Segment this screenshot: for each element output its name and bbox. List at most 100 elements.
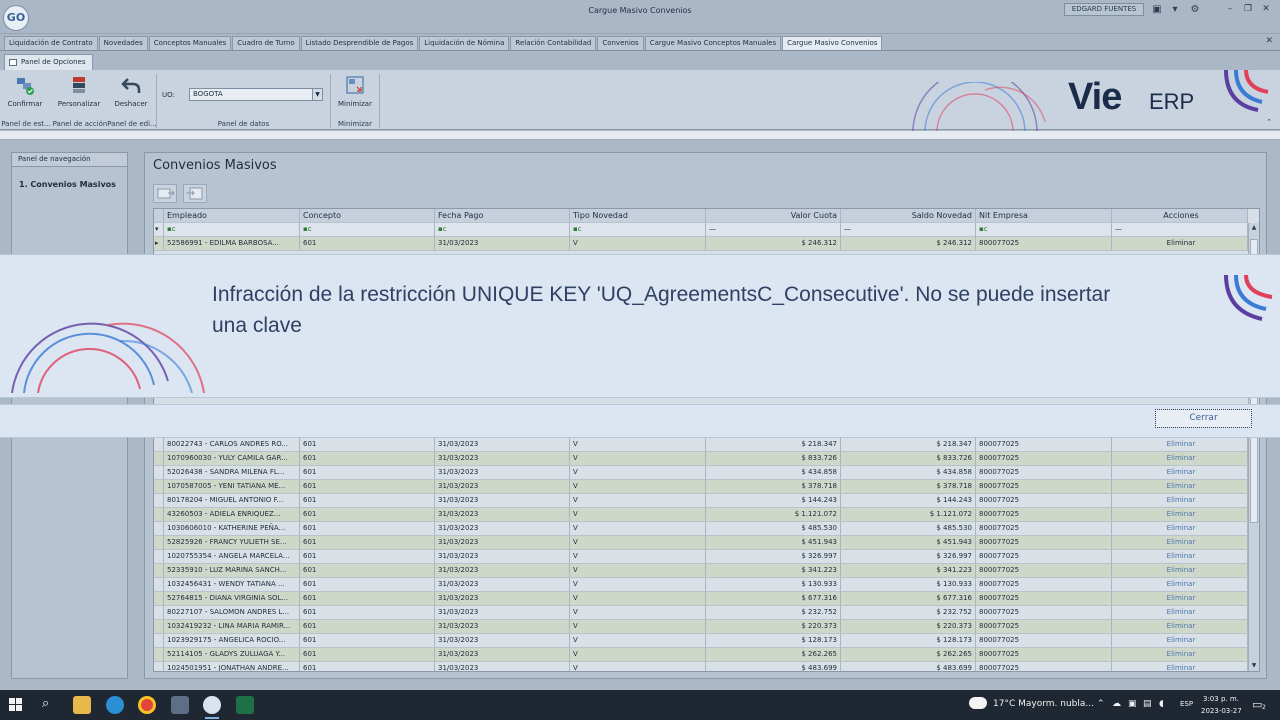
module-tab[interactable]: Listado Desprendible de Pagos [300,36,419,50]
eliminar-link[interactable]: Eliminar [1112,237,1248,251]
filter-cell[interactable]: — [706,223,841,237]
eliminar-link[interactable]: Eliminar [1112,634,1248,648]
table-row[interactable]: ▸ 52586991 - EDILMA BARBOSA... 601 31/03/20… [154,237,1248,251]
module-tab[interactable]: Relación Contabilidad [510,36,597,50]
eliminar-link[interactable]: Eliminar [1112,550,1248,564]
restore-window-icon[interactable]: ❐ [1240,3,1256,15]
nav-item-convenios-masivos[interactable]: 1. Convenios Masivos [12,180,127,189]
export-button[interactable] [153,184,177,203]
table-row[interactable]: 80227107 - SALOMON ANDRES L... 601 31/03/2… [154,606,1248,620]
table-row[interactable]: 1024501951 - JONATHAN ANDRE... 601 31/03/2… [154,662,1248,671]
column-header[interactable]: Fecha Pago [435,209,570,223]
eliminar-link[interactable]: Eliminar [1112,620,1248,634]
filter-cell[interactable]: — [1112,223,1248,237]
filter-cell[interactable]: ▪ᴄ [976,223,1112,237]
filter-indicator-icon[interactable]: ▾ [154,223,164,237]
module-tab[interactable]: Liquidación de Nómina [419,36,510,50]
table-row[interactable]: 43260503 - ADIELA ENRIQUEZ... 601 31/03/20… [154,508,1248,522]
column-header[interactable]: Saldo Novedad [841,209,976,223]
chevron-up-icon[interactable]: ⌃ [1097,699,1105,709]
close-error-button[interactable]: Cerrar [1155,409,1252,428]
import-button[interactable] [183,184,207,203]
table-row[interactable]: 1032456431 - WENDY TATIANA ... 601 31/03/2… [154,578,1248,592]
weather-cloud-icon[interactable] [969,697,987,709]
module-tab[interactable]: Conceptos Manuales [148,36,232,50]
search-icon[interactable]: ⌕ [42,696,49,711]
table-row[interactable]: 52026438 - SANDRA MILENA FL... 601 31/03/2… [154,466,1248,480]
minimizar-button[interactable]: Minimizar [336,74,374,108]
table-row[interactable]: 80178204 - MIGUEL ANTONIO F... 601 31/03/2… [154,494,1248,508]
cloud-sync-icon[interactable]: ☁ [1112,699,1121,709]
user-card-icon[interactable]: ▣ [1150,3,1164,16]
file-explorer-icon[interactable] [73,696,91,714]
column-header[interactable]: Acciones [1112,209,1248,223]
filter-cell[interactable]: ▪ᴄ [164,223,300,237]
settings-gear-icon[interactable]: ⚙ [1188,3,1202,16]
eliminar-link[interactable]: Eliminar [1112,592,1248,606]
clock-date[interactable]: 2023-03-27 [1201,707,1242,715]
eliminar-link[interactable]: Eliminar [1112,480,1248,494]
module-tab[interactable]: Novedades [98,36,148,50]
filter-cell[interactable]: ▪ᴄ [435,223,570,237]
app-tray-icon[interactable]: ▣ [1128,699,1137,709]
weather-text[interactable]: 17°C Mayorm. nubla... [993,699,1094,709]
scroll-up-icon[interactable]: ▲ [1249,223,1259,233]
uo-select[interactable]: BOGOTA ▼ [189,88,323,101]
module-tab[interactable]: Cargue Masivo Conceptos Manuales [644,36,782,50]
network-icon[interactable]: ▤ [1143,699,1152,709]
dropdown-icon[interactable]: ▾ [1168,3,1182,16]
personalizar-button[interactable]: Personalizar [55,74,103,108]
eliminar-link[interactable]: Eliminar [1112,648,1248,662]
close-window-icon[interactable]: ✕ [1258,3,1274,15]
table-row[interactable]: 52825926 - FRANCY YULIETH SE... 601 31/03/… [154,536,1248,550]
table-row[interactable]: 1020755354 - ANGELA MARCELA... 601 31/03/2… [154,550,1248,564]
close-tab-icon[interactable]: ✕ [1265,36,1273,46]
chevron-down-icon[interactable]: ▼ [312,89,322,100]
ribbon-tab-panel-opciones[interactable]: Panel de Opciones [4,54,93,70]
eliminar-link[interactable]: Eliminar [1112,508,1248,522]
chrome-icon[interactable] [138,696,156,714]
eliminar-link[interactable]: Eliminar [1112,578,1248,592]
eliminar-link[interactable]: Eliminar [1112,466,1248,480]
deshacer-button[interactable]: Deshacer [112,74,150,108]
module-tab[interactable]: Cargue Masivo Convenios [782,36,883,50]
column-header[interactable]: Empleado [164,209,300,223]
minimize-window-icon[interactable]: – [1222,3,1238,15]
edge-icon[interactable] [106,696,124,714]
table-row[interactable]: 1070960030 - YULY CAMILA GAR... 601 31/03/… [154,452,1248,466]
eliminar-link[interactable]: Eliminar [1112,606,1248,620]
table-row[interactable]: 80022743 - CARLOS ANDRES RO... 601 31/03/2… [154,438,1248,452]
app-icon[interactable] [171,696,189,714]
scroll-down-icon[interactable]: ▼ [1249,661,1259,671]
table-row[interactable]: 52335910 - LUZ MARINA SANCH... 601 31/03/2… [154,564,1248,578]
language-indicator[interactable]: ESP [1180,700,1193,708]
eliminar-link[interactable]: Eliminar [1112,564,1248,578]
table-row[interactable]: 52114105 - GLADYS ZULUAGA Y... 601 31/03/2… [154,648,1248,662]
module-tab[interactable]: Convenios [597,36,644,50]
confirmar-button[interactable]: Confirmar [6,74,44,108]
clock-time[interactable]: 3:03 p. m. [1203,695,1239,703]
eliminar-link[interactable]: Eliminar [1112,452,1248,466]
go-app-icon[interactable] [203,696,221,714]
table-row[interactable]: 1030606010 - KATHERINE PEÑA... 601 31/03/2… [154,522,1248,536]
user-name[interactable]: EDGARD FUENTES [1064,3,1144,16]
filter-cell[interactable]: — [841,223,976,237]
module-tab[interactable]: Cuadro de Turno [232,36,300,50]
column-header[interactable]: Valor Cuota [706,209,841,223]
eliminar-link[interactable]: Eliminar [1112,662,1248,671]
eliminar-link[interactable]: Eliminar [1112,522,1248,536]
table-row[interactable]: 1032419232 - LINA MARIA RAMIR... 601 31/03… [154,620,1248,634]
column-header[interactable]: Tipo Novedad [570,209,706,223]
notifications-icon[interactable]: ▭ [1252,698,1262,711]
eliminar-link[interactable]: Eliminar [1112,438,1248,452]
module-tab[interactable]: Liquidación de Contrato [4,36,98,50]
filter-cell[interactable]: ▪ᴄ [300,223,435,237]
windows-start-icon[interactable] [9,698,23,712]
filter-cell[interactable]: ▪ᴄ [570,223,706,237]
volume-icon[interactable]: ◖ [1159,699,1164,709]
table-row[interactable]: 1023929175 - ANGELICA ROCIO... 601 31/03/2… [154,634,1248,648]
column-header[interactable]: Nit Empresa [976,209,1112,223]
column-header[interactable]: Concepto [300,209,435,223]
eliminar-link[interactable]: Eliminar [1112,536,1248,550]
table-row[interactable]: 1070587005 - YENI TATIANA ME... 601 31/03/… [154,480,1248,494]
